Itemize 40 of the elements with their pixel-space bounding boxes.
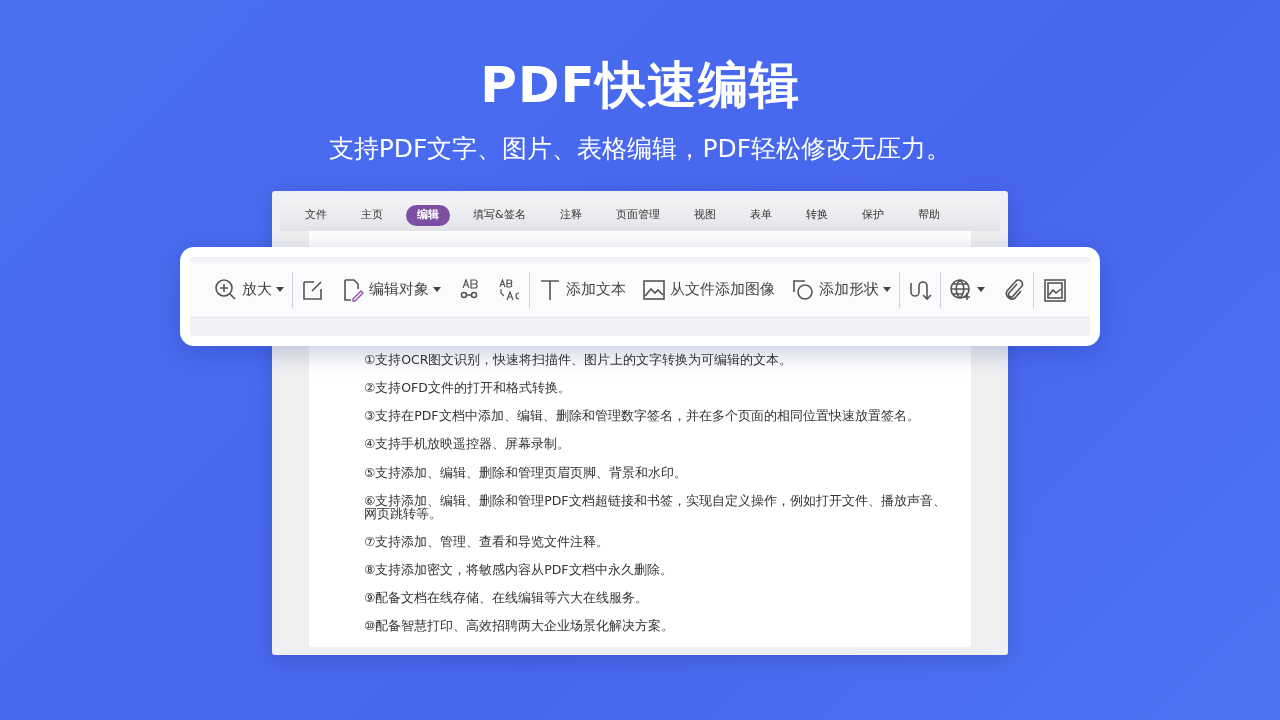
caret-icon bbox=[977, 287, 985, 292]
menu-tab[interactable]: 表单 bbox=[738, 205, 783, 226]
menu-tab[interactable]: 帮助 bbox=[906, 205, 951, 226]
document-text-line: ②支持OFD文件的打开和格式转换。 bbox=[364, 381, 572, 395]
menu-tab[interactable]: 文件 bbox=[294, 205, 338, 226]
menu-tab[interactable]: 注释 bbox=[548, 205, 593, 226]
subtitle: 支持PDF文字、图片、表格编辑，PDF轻松修改无压力。 bbox=[327, 134, 953, 164]
caret-icon bbox=[276, 287, 284, 292]
image-icon bbox=[642, 277, 666, 302]
toolbar-button[interactable]: 放大 bbox=[206, 277, 292, 302]
letters-replace-icon bbox=[497, 277, 521, 302]
document-text-line: ③支持在PDF文档中添加、编辑、删除和管理数字签名，并在多个页面的相同位置快速放置签名。 bbox=[364, 409, 921, 423]
caret-icon bbox=[433, 287, 441, 292]
document-text-line: ⑧支持添加密文，将敏感内容从PDF文档中永久删除。 bbox=[364, 563, 674, 577]
caret-icon bbox=[883, 287, 891, 292]
document-text-line: ⑤支持添加、编辑、删除和管理页眉页脚、背景和水印。 bbox=[364, 465, 689, 479]
toolbar-button[interactable]: 添加文本 bbox=[530, 277, 634, 302]
document-text-line: ⑩配备智慧打印、高效招聘两大企业场景化解决方案。 bbox=[364, 619, 676, 633]
document-text-line: ⑨配备文档在线存储、在线编辑等六大在线服务。 bbox=[364, 591, 650, 605]
globe-add-icon bbox=[949, 277, 973, 302]
page-pencil-icon bbox=[341, 277, 365, 302]
menu-tab[interactable]: 填写&签名 bbox=[462, 205, 537, 226]
document-text-line: ④支持手机放映遥控器、屏幕录制。 bbox=[364, 437, 572, 451]
menu-tab[interactable]: 页面管理 bbox=[604, 205, 671, 226]
document-text-line: ⑥支持添加、编辑、删除和管理PDF文档超链接和书签，实现自定义操作，例如打开文件、播放声音、网页跳转等。 bbox=[364, 493, 947, 520]
menu-tab[interactable]: 主页 bbox=[350, 205, 394, 226]
zoom-in-icon bbox=[214, 277, 238, 302]
image-frame-icon bbox=[1042, 277, 1066, 302]
toolbar-button[interactable]: 编辑对象 bbox=[333, 277, 449, 302]
menu-tab[interactable]: 编辑 bbox=[406, 205, 450, 226]
document-text-line: ⑦支持添加、管理、查看和导览文件注释。 bbox=[364, 534, 611, 548]
shapes-icon bbox=[791, 277, 815, 302]
document-text-line: ①支持OCR图文识别，快速将扫描件、图片上的文字转换为可编辑的文本。 bbox=[364, 353, 794, 367]
menu-tab[interactable]: 保护 bbox=[850, 205, 895, 226]
toolbar-button[interactable]: 从文件添加图像 bbox=[634, 277, 783, 302]
text-icon bbox=[538, 277, 562, 302]
menu-tab[interactable]: 视图 bbox=[682, 205, 727, 226]
toolbar-button[interactable]: 添加形状 bbox=[783, 277, 899, 302]
headline: PDF快速编辑 bbox=[479, 55, 801, 110]
menu-tab[interactable]: 转换 bbox=[794, 205, 839, 226]
